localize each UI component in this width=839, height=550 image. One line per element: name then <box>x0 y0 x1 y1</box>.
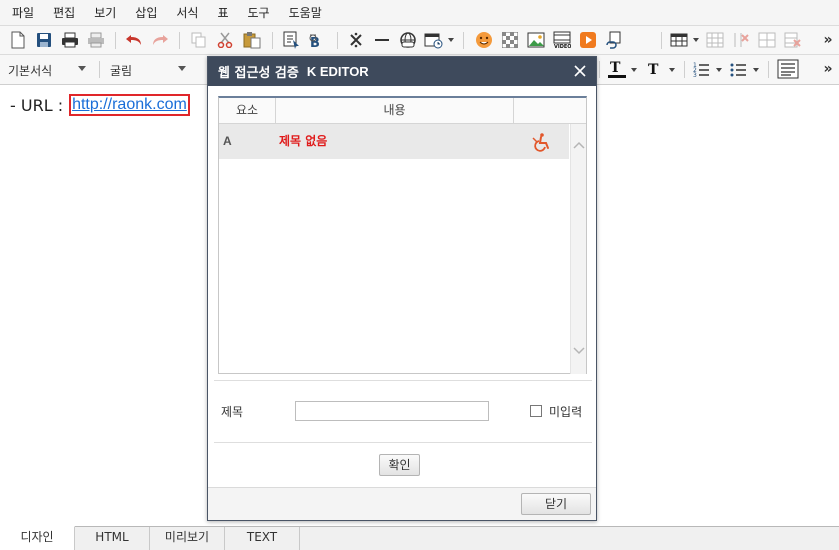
menu-help[interactable]: 도움말 <box>281 4 330 21</box>
new-document-icon[interactable] <box>8 30 28 50</box>
svg-text:B: B <box>310 36 320 49</box>
menu-bar: 파일 편집 보기 삽입 서식 표 도구 도움말 <box>0 0 839 26</box>
menu-edit[interactable]: 편집 <box>45 4 83 21</box>
menu-format[interactable]: 서식 <box>168 4 206 21</box>
bulleted-list-icon[interactable] <box>729 59 763 79</box>
paragraph-style-select[interactable]: 기본서식 <box>8 61 86 79</box>
date-icon[interactable] <box>424 30 454 50</box>
svg-text:VIDEO: VIDEO <box>554 44 571 49</box>
print-icon[interactable] <box>60 30 80 50</box>
view-tabs: 디자인 HTML 미리보기 TEXT <box>0 526 839 550</box>
svg-text:T: T <box>610 60 621 76</box>
main-toolbar: B VIDEO » <box>0 26 839 55</box>
print-preview-icon[interactable] <box>86 30 106 50</box>
table-row[interactable]: A 제목 없음 <box>219 124 569 159</box>
column-element: 요소 <box>219 98 276 124</box>
menu-file[interactable]: 파일 <box>4 4 42 21</box>
font-name-select[interactable]: 굴림 <box>110 61 186 79</box>
row-content: 제목 없음 <box>279 134 328 148</box>
menu-table[interactable]: 표 <box>209 4 236 21</box>
grid-scrollbar[interactable] <box>570 124 586 374</box>
grid-header: 요소 내용 <box>219 98 586 124</box>
result-grid: 요소 내용 A 제목 없음 <box>218 96 587 374</box>
table-insert-icon[interactable] <box>705 30 725 50</box>
select-all-icon[interactable] <box>282 30 302 50</box>
close-icon[interactable] <box>572 63 588 79</box>
accessibility-dialog: 웹 접근성 검증 K EDITOR 요소 내용 A 제목 없음 제목 미입력 확… <box>207 56 597 521</box>
tab-text[interactable]: TEXT <box>225 527 300 550</box>
video-icon[interactable]: VIDEO <box>552 30 572 50</box>
find-replace-icon[interactable]: B <box>308 30 328 50</box>
dialog-footer: 닫기 <box>208 487 596 520</box>
url-link[interactable]: http://raonk.com <box>69 94 190 116</box>
dialog-header[interactable]: 웹 접근성 검증 K EDITOR <box>208 57 596 86</box>
svg-text:3: 3 <box>693 72 697 79</box>
font-name-value: 굴림 <box>110 63 133 78</box>
chevron-down-icon <box>78 66 86 71</box>
dialog-title: 웹 접근성 검증 <box>218 66 299 81</box>
font-color-icon[interactable]: T <box>607 59 641 79</box>
table-icon[interactable] <box>670 30 700 50</box>
link-icon[interactable] <box>398 30 418 50</box>
save-icon[interactable] <box>34 30 54 50</box>
scroll-up-icon[interactable] <box>573 138 585 152</box>
numbered-list-icon[interactable]: 123 <box>692 59 726 79</box>
url-line: - URL : http://raonk.com <box>10 94 190 116</box>
title-input[interactable] <box>295 401 489 421</box>
svg-text:T: T <box>648 62 659 78</box>
menu-tools[interactable]: 도구 <box>240 4 278 21</box>
menu-view[interactable]: 보기 <box>86 4 124 21</box>
hyperlink-icon[interactable] <box>604 30 624 50</box>
align-icon[interactable] <box>777 59 799 79</box>
table-delete-icon[interactable] <box>731 30 751 50</box>
divider <box>214 442 592 443</box>
emoticon-icon[interactable] <box>474 30 494 50</box>
more-icon[interactable]: » <box>820 59 836 79</box>
column-content: 내용 <box>276 98 514 124</box>
paragraph-style-value: 기본서식 <box>8 63 53 78</box>
accessibility-wheelchair-icon[interactable] <box>531 132 551 152</box>
title-field-label: 제목 <box>221 405 244 419</box>
dialog-brand: K EDITOR <box>306 64 369 79</box>
menu-insert[interactable]: 삽입 <box>127 4 165 21</box>
undo-icon[interactable] <box>124 30 144 50</box>
paste-icon[interactable] <box>242 30 262 50</box>
tab-preview[interactable]: 미리보기 <box>150 527 225 550</box>
column-action <box>514 98 586 124</box>
horizontal-rule-icon[interactable] <box>372 30 392 50</box>
cut-icon[interactable] <box>215 30 235 50</box>
more-icon[interactable]: » <box>820 30 836 50</box>
tab-design[interactable]: 디자인 <box>0 526 75 550</box>
tab-html[interactable]: HTML <box>75 527 150 550</box>
no-input-label: 미입력 <box>549 405 583 419</box>
cell-merge-icon[interactable] <box>757 30 777 50</box>
divider <box>214 380 592 381</box>
row-element: A <box>223 134 232 148</box>
copy-icon[interactable] <box>189 30 209 50</box>
media-icon[interactable] <box>578 30 598 50</box>
background-icon[interactable] <box>500 30 520 50</box>
image-icon[interactable] <box>526 30 546 50</box>
background-color-icon[interactable]: T <box>645 59 679 79</box>
chevron-down-icon <box>178 66 186 71</box>
scroll-down-icon[interactable] <box>573 344 585 358</box>
cell-delete-icon[interactable] <box>783 30 803 50</box>
redo-icon[interactable] <box>150 30 170 50</box>
special-char-icon[interactable] <box>346 30 366 50</box>
url-prefix: - URL : <box>10 95 64 115</box>
confirm-button[interactable]: 확인 <box>379 454 420 476</box>
no-input-checkbox[interactable] <box>530 405 542 417</box>
close-button[interactable]: 닫기 <box>521 493 591 515</box>
